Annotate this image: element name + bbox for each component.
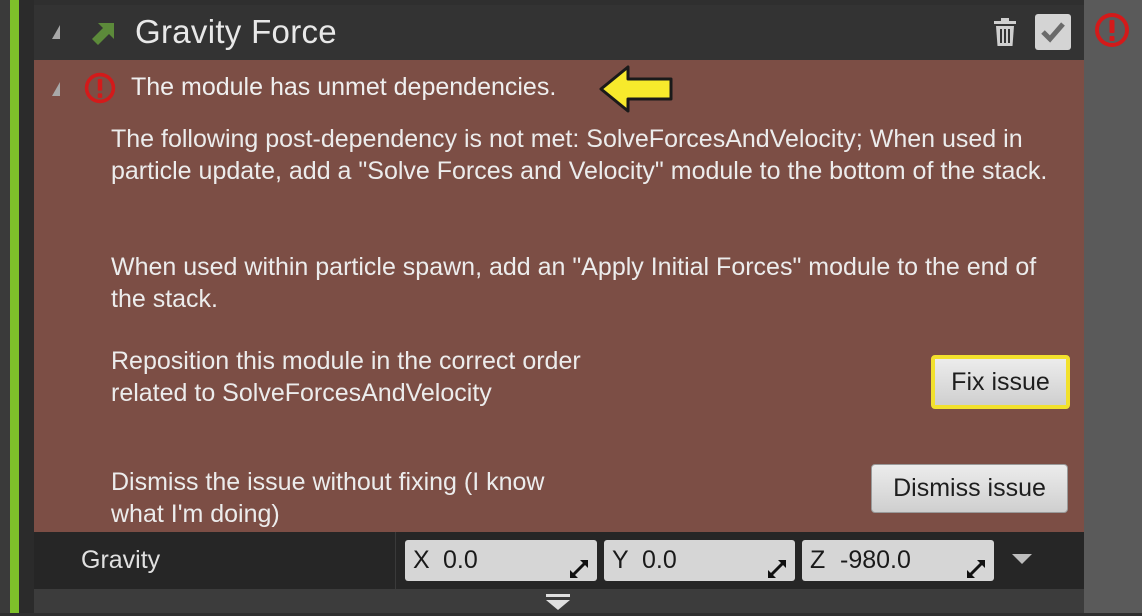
- yellow-arrow-icon: [598, 63, 676, 120]
- module-header[interactable]: Gravity Force: [34, 5, 1084, 60]
- expand-bar[interactable]: [34, 589, 1084, 613]
- gravity-y-field[interactable]: Y 0.0: [604, 540, 795, 581]
- gravity-x-field[interactable]: X 0.0: [405, 540, 597, 581]
- error-alert-icon[interactable]: [1093, 11, 1131, 54]
- z-value: -980.0: [840, 546, 911, 574]
- left-edge: [0, 0, 10, 613]
- dismiss-issue-button[interactable]: Dismiss issue: [871, 464, 1068, 513]
- gravity-label: Gravity: [81, 546, 161, 574]
- issue-collapse-triangle-icon[interactable]: [52, 82, 60, 96]
- x-axis-label: X: [413, 546, 430, 574]
- collapse-triangle-icon[interactable]: [52, 25, 60, 39]
- gravity-z-field[interactable]: Z -980.0: [802, 540, 994, 581]
- checkmark-icon: [1041, 22, 1065, 43]
- module-color-bar: [10, 0, 19, 613]
- issue-title: The module has unmet dependencies.: [131, 73, 557, 101]
- fix-description: Reposition this module in the correct or…: [111, 347, 581, 407]
- drag-value-icon[interactable]: [569, 551, 589, 592]
- status-strip: [1084, 0, 1142, 613]
- z-axis-label: Z: [810, 546, 826, 574]
- chevron-down-icon[interactable]: [1012, 554, 1032, 564]
- drag-value-icon[interactable]: [966, 551, 986, 592]
- gravity-parameter-row: Gravity X 0.0 Y 0.0 Z -980.0: [34, 532, 1084, 589]
- column-divider[interactable]: [395, 532, 396, 589]
- x-value: 0.0: [443, 546, 478, 574]
- green-arrow-icon: [90, 19, 118, 52]
- fix-issue-button[interactable]: Fix issue: [931, 355, 1070, 409]
- gutter: [19, 0, 34, 613]
- drag-value-icon[interactable]: [767, 551, 787, 592]
- trash-icon[interactable]: [992, 17, 1018, 52]
- y-value: 0.0: [642, 546, 677, 574]
- dismiss-description: Dismiss the issue without fixing (I know…: [111, 468, 545, 528]
- y-axis-label: Y: [612, 546, 629, 574]
- issue-description-1: The following post-dependency is not met…: [111, 125, 1048, 185]
- module-title: Gravity Force: [135, 13, 337, 50]
- issue-description-2: When used within particle spawn, add an …: [111, 253, 1037, 313]
- error-alert-icon: [83, 71, 117, 110]
- enabled-checkbox[interactable]: [1035, 14, 1071, 50]
- issue-panel: The module has unmet dependencies. The f…: [34, 60, 1084, 532]
